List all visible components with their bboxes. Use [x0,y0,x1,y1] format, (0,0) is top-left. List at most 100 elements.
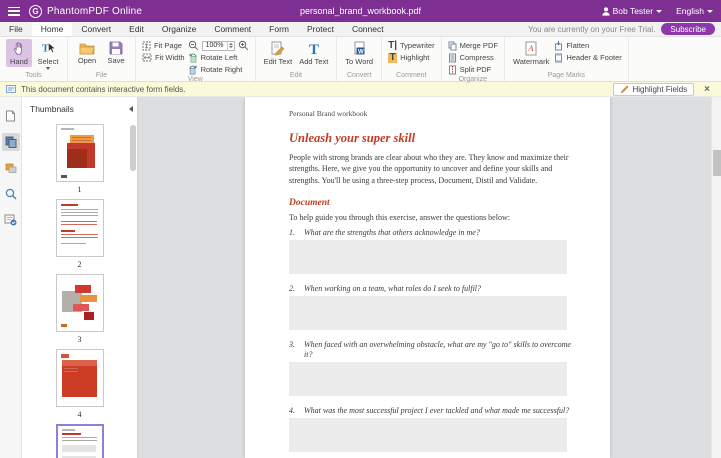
add-text-button[interactable]: T Add Text [297,39,330,67]
comments-panel-icon[interactable] [2,159,20,177]
rotate-left-button[interactable]: Rotate Left [188,52,249,63]
menu-bar: File Home Convert Edit Organize Comment … [0,22,721,37]
form-fields-panel-icon[interactable] [2,211,20,229]
zoom-in-icon[interactable] [238,40,249,51]
thumbnail-page-number: 1 [56,185,104,194]
tab-convert[interactable]: Convert [72,22,120,36]
document-title: personal_brand_workbook.pdf [300,6,421,16]
rotate-right-button[interactable]: Rotate Right [188,64,249,75]
save-floppy-icon [109,41,123,55]
merge-pdf-button[interactable]: Merge PDF [448,40,498,51]
rotate-right-icon [188,65,198,75]
question-3: 3. When faced with an overwhelming obsta… [289,340,572,360]
question-number: 3. [289,340,297,360]
thumbnail-page-number: 3 [56,335,104,344]
subscribe-button[interactable]: Subscribe [661,23,715,35]
hand-tool-button[interactable]: Hand [6,39,32,67]
thumbnail-list: 1 2 [22,119,137,458]
split-pdf-button[interactable]: Split PDF [448,64,498,75]
zoom-out-icon[interactable] [188,40,199,51]
thumbnail-preview [61,128,74,130]
thumbnails-scrollbar[interactable] [130,125,136,171]
language-menu[interactable]: English [676,6,713,16]
tab-edit[interactable]: Edit [120,22,153,36]
page-heading: Unleash your super skill [289,131,572,146]
app-logo-icon: G [29,5,42,18]
compress-icon [448,53,457,63]
ribbon-group-label-organize: Organize [448,75,498,85]
highlight-fields-label: Highlight Fields [632,85,687,94]
svg-text:A: A [528,44,534,53]
highlight-fields-button[interactable]: Highlight Fields [613,83,694,96]
highlight-button[interactable]: T Highlight [388,52,435,63]
scrollbar-thumb[interactable] [713,150,721,176]
ribbon-group-label-file: File [74,71,129,81]
user-menu[interactable]: Bob Tester [602,6,662,16]
thumbnail-page-3[interactable] [56,274,104,332]
fit-width-button[interactable]: Fit Width [142,52,185,63]
tab-connect[interactable]: Connect [343,22,393,36]
form-text-field-3[interactable] [289,362,567,396]
highlighter-pen-icon [620,85,629,94]
page-section-heading: Document [289,198,572,208]
header-footer-button[interactable]: Header & Footer [554,52,621,63]
form-text-field-1[interactable] [289,240,567,274]
edit-text-button[interactable]: Edit Text [262,39,295,67]
tab-home[interactable]: Home [32,22,73,36]
search-panel-icon[interactable] [2,185,20,203]
add-text-label: Add Text [299,57,328,66]
watermark-button[interactable]: A Watermark [511,39,551,67]
topbar-right: Bob Tester English [602,6,713,16]
select-tool-button[interactable]: T Select [35,39,61,71]
question-number: 1. [289,228,297,238]
typewriter-button[interactable]: T| Typewriter [388,40,435,51]
thumbnails-panel-icon[interactable] [2,133,20,151]
chevron-down-icon [707,10,713,13]
open-folder-icon [79,41,95,55]
thumbnail-page-2[interactable] [56,199,104,257]
question-2: 2. When working on a team, what roles do… [289,284,572,294]
thumbnail-page-5[interactable] [56,424,104,458]
thumbnail-page-4[interactable] [56,349,104,407]
fit-page-button[interactable]: Fit Page [142,40,185,51]
ribbon-group-page-marks: A Watermark Flatten Header & Footer Page… [505,37,629,81]
typewriter-icon: T| [388,41,397,51]
tab-protect[interactable]: Protect [298,22,343,36]
close-notice-icon[interactable]: × [699,84,715,95]
to-word-button[interactable]: W To Word [343,39,375,67]
ribbon-group-edit: Edit Text T Add Text Edit [256,37,338,81]
thumbnail-page-1[interactable] [56,124,104,182]
tab-comment[interactable]: Comment [205,22,260,36]
page-instruction: To help guide you through this exercise,… [289,213,572,222]
save-button[interactable]: Save [103,39,129,66]
open-button[interactable]: Open [74,39,100,66]
document-scrollbar[interactable] [711,97,721,458]
flatten-button[interactable]: Flatten [554,40,621,51]
user-name: Bob Tester [613,6,653,16]
svg-text:T: T [309,42,319,56]
thumbnails-panel: Thumbnails 1 [22,97,138,458]
form-text-field-4[interactable] [289,418,567,452]
zoom-level-value: 100% [206,42,224,49]
tab-form[interactable]: Form [260,22,298,36]
header-footer-icon [554,53,563,63]
form-fields-notice-bar: This document contains interactive form … [0,82,721,97]
tab-organize[interactable]: Organize [153,22,206,36]
collapse-panel-icon[interactable] [129,106,133,112]
thumbnail-item-1: 1 [56,124,104,194]
bookmarks-panel-icon[interactable] [2,107,20,125]
hamburger-menu-icon[interactable] [8,7,20,16]
split-pdf-label: Split PDF [460,65,492,74]
document-viewport[interactable]: Personal Brand workbook Unleash your sup… [138,97,711,458]
zoom-level-select[interactable]: 100% [202,41,235,51]
question-text: What are the strengths that others ackno… [304,228,480,238]
compress-button[interactable]: Compress [448,52,498,63]
to-word-label: To Word [345,57,373,66]
ribbon-group-label-edit: Edit [262,71,331,81]
ribbon-group-view: Fit Page Fit Width 100% [136,37,256,81]
tab-file[interactable]: File [0,22,32,36]
ribbon-toolbar: Hand T Select Tools Open Save [0,37,721,82]
form-text-field-2[interactable] [289,296,567,330]
main-content: Thumbnails 1 [0,97,721,458]
zoom-stepper[interactable] [227,42,234,50]
